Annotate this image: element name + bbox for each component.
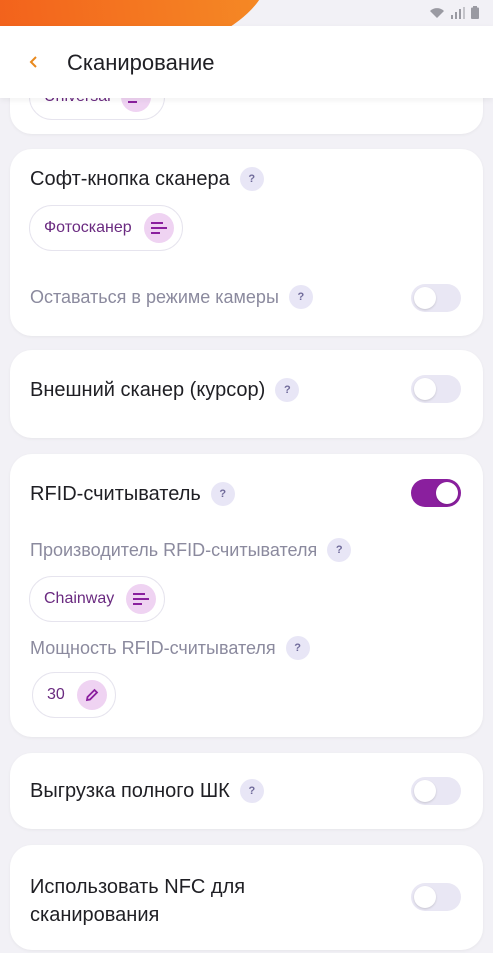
rfid-title: RFID-считыватель xyxy=(30,482,201,505)
stay-camera-row: Оставаться в режиме камеры ? xyxy=(30,285,313,309)
wifi-icon xyxy=(430,7,444,18)
nfc-title: Использовать NFC для сканирования xyxy=(30,873,245,929)
soft-button-title: Софт-кнопка сканера xyxy=(30,167,230,190)
rfid-power-label: Мощность RFID-считывателя xyxy=(30,637,276,658)
toggle-knob xyxy=(414,780,436,802)
toggle-knob xyxy=(414,378,436,400)
full-barcode-toggle[interactable] xyxy=(411,777,461,805)
rfid-card: RFID-считыватель ? Производитель RFID-сч… xyxy=(10,454,483,737)
rfid-power-value: 30 xyxy=(47,686,65,703)
rfid-toggle[interactable] xyxy=(411,479,461,507)
toggle-knob xyxy=(436,482,458,504)
page-title: Сканирование xyxy=(67,50,215,75)
app-bar: Сканирование xyxy=(0,26,493,98)
rfid-maker-row: Производитель RFID-считывателя ? xyxy=(30,538,352,562)
soft-button-chip[interactable]: Фотосканер xyxy=(29,205,183,251)
full-barcode-card: Выгрузка полного ШК ? xyxy=(10,753,483,829)
stay-camera-label: Оставаться в режиме камеры xyxy=(30,286,279,307)
full-barcode-title: Выгрузка полного ШК xyxy=(30,779,230,802)
soft-button-chip-label: Фотосканер xyxy=(44,219,132,236)
help-icon[interactable]: ? xyxy=(288,285,313,309)
toggle-knob xyxy=(414,287,436,309)
help-icon[interactable]: ? xyxy=(239,779,264,803)
rfid-power-row: Мощность RFID-считывателя ? xyxy=(30,636,310,660)
external-scanner-title: Внешний сканер (курсор) xyxy=(30,378,266,401)
stay-camera-toggle[interactable] xyxy=(411,284,461,312)
external-scanner-card: Внешний сканер (курсор) ? xyxy=(10,350,483,438)
soft-button-title-row: Софт-кнопка сканера ? xyxy=(30,167,264,191)
help-icon[interactable]: ? xyxy=(239,167,264,191)
help-icon[interactable]: ? xyxy=(327,538,352,562)
nfc-card: Использовать NFC для сканирования xyxy=(10,845,483,950)
status-icons xyxy=(429,6,479,19)
back-button[interactable] xyxy=(20,48,48,76)
toggle-knob xyxy=(414,886,436,908)
nfc-title-line1: Использовать NFC для xyxy=(30,876,246,898)
full-barcode-row: Выгрузка полного ШК ? xyxy=(30,779,264,803)
rfid-maker-label: Производитель RFID-считывателя xyxy=(30,539,318,560)
battery-icon xyxy=(471,6,479,19)
rfid-maker-chip[interactable]: Chainway xyxy=(29,576,166,622)
list-icon xyxy=(126,584,157,614)
nfc-toggle[interactable] xyxy=(411,883,461,911)
rfid-power-chip[interactable]: 30 xyxy=(32,672,116,718)
status-bar xyxy=(0,0,493,93)
help-icon[interactable]: ? xyxy=(275,378,300,402)
nfc-title-line2: сканирования xyxy=(30,904,160,926)
chevron-left-icon xyxy=(29,56,37,68)
help-icon[interactable]: ? xyxy=(285,636,310,660)
soft-button-card: Софт-кнопка сканера ? Фотосканер Остават… xyxy=(10,149,483,336)
external-scanner-toggle[interactable] xyxy=(411,375,461,403)
pencil-icon xyxy=(76,680,107,710)
help-icon[interactable]: ? xyxy=(210,482,235,506)
signal-icon xyxy=(451,6,465,19)
external-scanner-row: Внешний сканер (курсор) ? xyxy=(30,378,300,402)
list-icon xyxy=(143,213,174,243)
rfid-maker-value: Chainway xyxy=(44,590,115,607)
rfid-title-row: RFID-считыватель ? xyxy=(30,482,235,506)
